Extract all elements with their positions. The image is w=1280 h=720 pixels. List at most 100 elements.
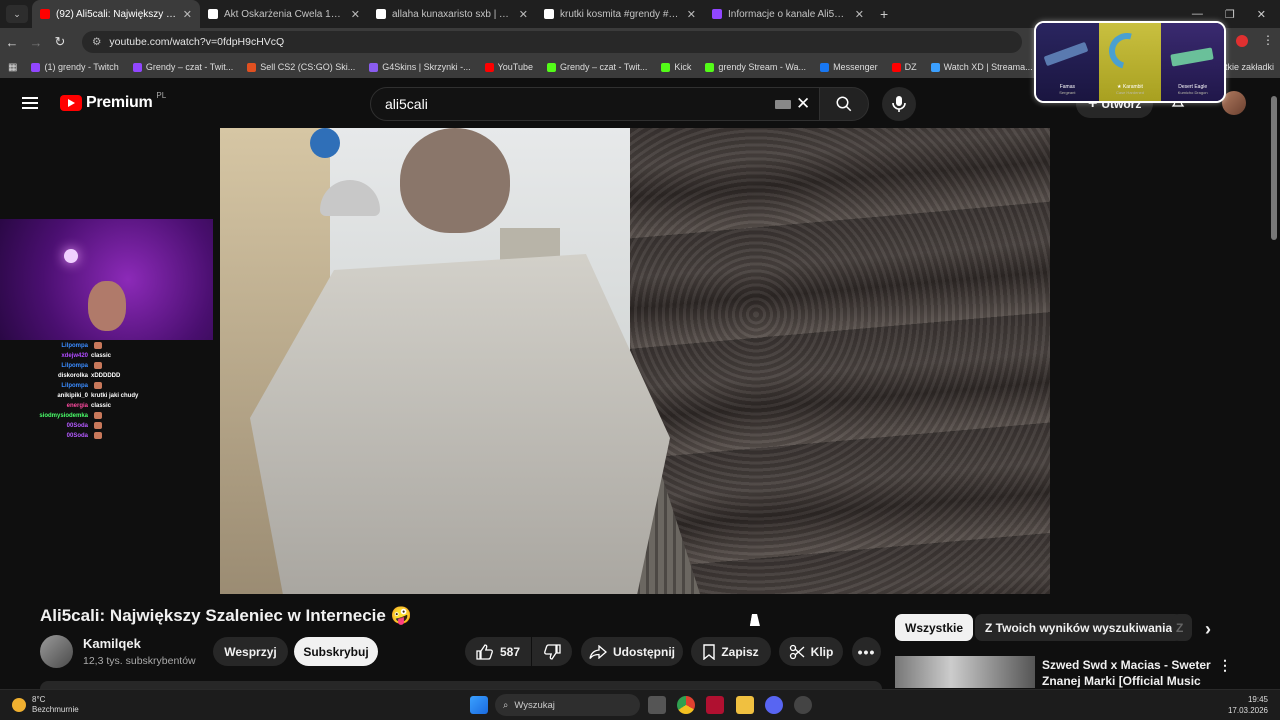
browser-tab[interactable]: Akt Oskarżenia Cwela 16.03.20✕ [200,0,368,28]
bookmark-favicon-icon [247,62,257,72]
bookmark-item[interactable]: YouTube [484,62,533,72]
minimize-icon[interactable]: — [1192,8,1203,20]
like-count: 587 [499,644,521,659]
close-tab-icon[interactable]: ✕ [855,8,864,21]
apps-icon[interactable]: ▦ [8,62,17,73]
subscribe-button[interactable]: Subskrybuj [294,637,378,666]
chrome-icon[interactable] [677,696,695,714]
reload-icon[interactable]: ↻ [48,34,72,50]
close-window-icon[interactable]: ✕ [1257,8,1266,21]
scissors-icon [789,644,805,659]
search-input[interactable]: ali5cali ✕ [370,87,820,121]
bookmark-item[interactable]: Grendy – czat - Twit... [546,62,647,72]
bookmark-favicon-icon [661,62,671,72]
back-icon[interactable]: ← [0,35,24,50]
file-explorer-icon[interactable] [736,696,754,714]
save-button[interactable]: Zapisz [691,637,771,666]
streamer-webcam [0,219,213,340]
other-bookmarks[interactable]: tkie zakładki [1225,62,1274,72]
close-tab-icon[interactable]: ✕ [183,8,192,21]
video-title: Ali5cali: Największy Szaleniec w Interne… [40,606,412,625]
keyboard-icon[interactable] [775,100,791,109]
bookmark-item[interactable]: Watch XD | Streama... [930,62,1033,72]
browser-tab[interactable]: krutki kosmita #grendy #zimne✕ [536,0,704,28]
skin-card: Famas Sergeant [1036,23,1099,101]
bookmark-item[interactable]: grendy Stream - Wa... [705,62,806,72]
like-button[interactable]: 587 [465,637,531,666]
chevron-right-icon[interactable]: › [1205,619,1211,640]
bookmark-item[interactable]: G4Skins | Skrzynki -... [369,62,471,72]
bookmark-item[interactable]: Sell CS2 (CS:GO) Ski... [247,62,355,72]
address-bar[interactable]: ⚙ youtube.com/watch?v=0fdpH9cHVcQ [82,31,1022,53]
chat-text: xDDDDDD [91,373,121,379]
chat-text: krutki jaki chudy [91,393,139,399]
bookmark-item[interactable]: Kick [661,62,691,72]
subscriber-count: 12,3 tys. subskrybentów [83,655,196,667]
bookmark-item[interactable]: Grendy – czat - Twit... [132,62,233,72]
chat-username: Lilpompa [61,343,88,349]
chat-username: energia [66,403,88,409]
clear-search-icon[interactable]: ✕ [796,94,810,114]
channel-avatar[interactable] [40,635,73,668]
task-view-icon[interactable] [648,696,666,714]
url-text: youtube.com/watch?v=0fdpH9cHVcQ [109,36,285,48]
new-tab-button[interactable]: + [872,6,896,22]
chip-all[interactable]: Wszystkie [895,614,974,641]
browser-menu-icon[interactable]: ⋮ [1262,33,1274,47]
dislike-button[interactable] [532,637,572,666]
windows-start-icon[interactable] [470,696,488,714]
close-tab-icon[interactable]: ✕ [519,8,528,21]
recommended-thumbnail[interactable] [895,656,1035,688]
video-player[interactable] [220,128,1050,594]
youtube-premium-logo[interactable]: Premium PL [60,91,166,112]
restore-icon[interactable]: ❐ [1225,8,1235,21]
close-tab-icon[interactable]: ✕ [687,8,696,21]
app-settings-icon[interactable] [794,696,812,714]
browser-tab[interactable]: Informacje o kanale Ali5cali - Tw✕ [704,0,872,28]
forward-icon[interactable]: → [24,35,48,50]
menu-icon[interactable] [22,97,38,109]
page-scrollbar[interactable] [1271,96,1277,240]
emote-icon [94,342,102,349]
recommended-menu-icon[interactable]: ⋮ [1218,657,1232,674]
system-clock[interactable]: 19:45 17.03.2026 [1228,694,1268,716]
bookmark-item[interactable]: Messenger [820,62,878,72]
more-actions-button[interactable]: ••• [852,637,881,666]
discord-icon[interactable] [765,696,783,714]
site-info-icon[interactable]: ⚙ [92,36,101,48]
chat-username: diskorolka [57,373,88,379]
browser-tab[interactable]: allaha kunaxaristo sxb | TikTok✕ [368,0,536,28]
taskbar-search[interactable]: ⌕ Wyszukaj [495,694,640,716]
search-button[interactable] [819,87,869,121]
search-icon [836,96,852,112]
emote-icon [94,422,102,429]
weather-widget[interactable]: 8°C Bezchmurnie [12,695,79,715]
chip-partial[interactable]: Z [1172,614,1192,641]
share-button[interactable]: Udostępnij [581,637,683,666]
emote-icon [94,362,102,369]
more-horizontal-icon: ••• [857,643,876,660]
search-icon: ⌕ [503,699,509,711]
app-red-icon[interactable] [706,696,724,714]
voice-search-button[interactable] [882,87,916,121]
tab-search-button[interactable]: ⌄ [6,5,28,23]
chat-username: 00Soda [66,433,88,439]
chip-from-search[interactable]: Z Twoich wyników wyszukiwania [975,614,1183,641]
support-button[interactable]: Wesprzyj [213,637,288,666]
bookmark-item[interactable]: (1) grendy - Twitch [31,62,119,72]
close-tab-icon[interactable]: ✕ [351,8,360,21]
windows-taskbar: 8°C Bezchmurnie ⌕ Wyszukaj 19:45 17.03.2… [0,689,1280,720]
browser-tab[interactable]: (92) Ali5cali: Największy Sz ✕ [32,0,200,28]
clip-button[interactable]: Klip [779,637,843,666]
channel-name[interactable]: Kamilqek [83,636,141,651]
chat-message: Lilpompa [0,341,213,351]
emote-icon [94,432,102,439]
bookmark-item[interactable]: DZ [891,62,917,72]
extension-icon[interactable] [1236,35,1248,47]
tab-favicon-icon [40,9,50,19]
bookmark-favicon-icon [930,62,940,72]
description-box[interactable] [40,681,882,689]
bookmark-favicon-icon [820,62,830,72]
chat-username: xdejw420 [61,353,88,359]
chat-username: anikipiki_0 [57,393,88,399]
